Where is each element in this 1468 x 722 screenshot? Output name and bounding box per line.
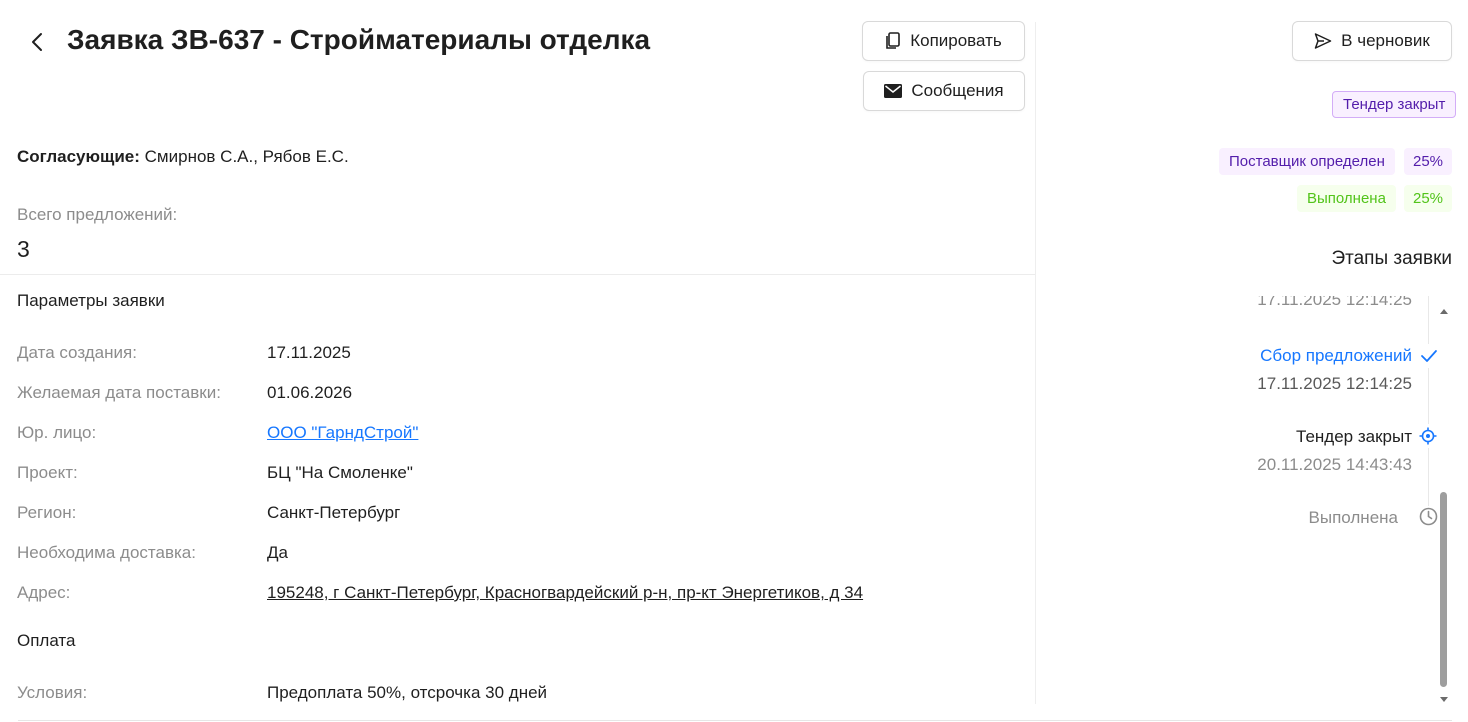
param-value-project: БЦ "На Смоленке" <box>267 463 413 482</box>
param-value-region: Санкт-Петербург <box>267 503 401 522</box>
timeline-connector <box>1428 296 1429 344</box>
param-label-legal-entity: Юр. лицо: <box>17 423 97 442</box>
param-label-address: Адрес: <box>17 583 71 602</box>
offers-label: Всего предложений: <box>17 205 178 224</box>
payment-value-terms: Предоплата 50%, отсрочка 30 дней <box>267 683 548 702</box>
param-label-delivery-needed: Необходима доставка: <box>17 543 196 562</box>
clock-icon <box>1419 507 1438 526</box>
approvers-value: Смирнов С.А., Рябов Е.С. <box>144 147 349 166</box>
param-label-delivery-date: Желаемая дата поставки: <box>17 383 221 402</box>
param-label-region: Регион: <box>17 503 77 522</box>
vertical-divider <box>1035 22 1036 704</box>
param-value-created: 17.11.2025 <box>267 343 351 362</box>
stage-date: 17.11.2025 12:14:25 <box>1257 296 1412 309</box>
copy-button-label: Копировать <box>910 31 1002 50</box>
scroll-down-arrow[interactable] <box>1439 692 1449 710</box>
address-link[interactable]: 195248, г Санкт-Петербург, Красногвардей… <box>267 583 863 603</box>
timeline-connector <box>1428 448 1429 506</box>
legal-entity-link[interactable]: ООО "ГарндСтрой" <box>267 423 418 443</box>
check-icon <box>1421 350 1437 362</box>
horizontal-divider <box>0 274 1035 275</box>
payment-label-terms: Условия: <box>17 683 88 702</box>
status-badge: Тендер закрыт <box>1332 91 1457 118</box>
stage-date: 17.11.2025 12:14:25 <box>1257 374 1412 393</box>
scroll-up-arrow[interactable] <box>1439 303 1449 321</box>
stage-date: 20.11.2025 14:43:43 <box>1257 455 1412 474</box>
bottom-divider <box>18 720 1452 721</box>
stages-timeline[interactable]: 17.11.2025 12:14:25 Сбор предложений 17.… <box>1040 296 1440 705</box>
timeline-connector <box>1428 368 1429 424</box>
to-draft-button[interactable]: В черновик <box>1292 21 1452 61</box>
chevron-left-icon <box>32 33 42 51</box>
approvers: Согласующие: Смирнов С.А., Рябов Е.С. <box>17 147 349 167</box>
to-draft-button-label: В черновик <box>1341 31 1430 50</box>
progress-badge-done: Выполнена <box>1297 185 1396 212</box>
param-label-project: Проект: <box>17 463 78 482</box>
page-title: Заявка ЗВ-637 - Стройматериалы отделка <box>67 24 651 55</box>
progress-percent-supplier: 25% <box>1404 148 1452 175</box>
stages-title: Этапы заявки <box>1331 248 1452 269</box>
send-icon <box>1314 33 1332 49</box>
scrollbar-thumb[interactable] <box>1440 492 1447 687</box>
param-label-created: Дата создания: <box>17 343 137 362</box>
stage-title: Выполнена <box>1308 508 1398 527</box>
messages-button-label: Сообщения <box>911 81 1004 100</box>
payment-section-title: Оплата <box>17 631 76 650</box>
progress-badge-supplier: Поставщик определен <box>1219 148 1395 175</box>
stage-title: Сбор предложений <box>1260 346 1412 365</box>
copy-button[interactable]: Копировать <box>862 21 1025 61</box>
params-section-title: Параметры заявки <box>17 291 165 310</box>
back-button[interactable] <box>26 29 48 55</box>
stage-title: Тендер закрыт <box>1296 427 1412 446</box>
crosshair-icon <box>1419 427 1437 445</box>
offers-count: 3 <box>17 236 30 262</box>
param-value-delivery-date: 01.06.2026 <box>267 383 353 402</box>
envelope-icon <box>884 84 903 98</box>
approvers-label: Согласующие: <box>17 147 140 166</box>
progress-percent-done: 25% <box>1404 185 1452 212</box>
messages-button[interactable]: Сообщения <box>863 71 1025 111</box>
param-value-delivery-needed: Да <box>267 543 288 562</box>
copy-icon <box>886 32 901 49</box>
